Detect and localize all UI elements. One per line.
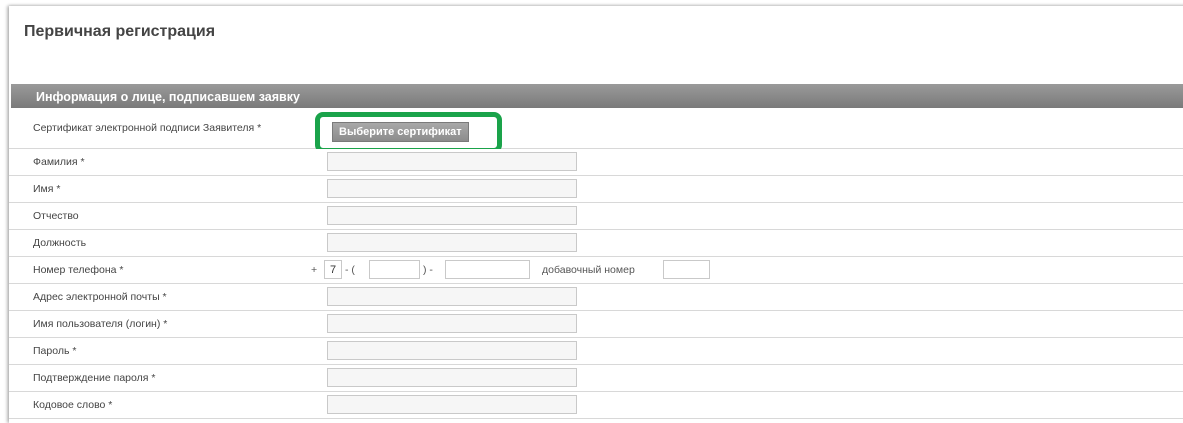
row-phone: Номер телефона * + - ( ) - добавочный но… [9, 257, 1183, 284]
section-header: Информация о лице, подписавшем заявку [11, 84, 1183, 108]
surname-label: Фамилия * [33, 156, 85, 168]
row-certificate: Сертификат электронной подписи Заявителя… [9, 108, 1183, 153]
phone-extension-label: добавочный номер [542, 264, 635, 276]
password-confirm-input[interactable] [327, 368, 577, 387]
certificate-highlight: Выберите сертификат [315, 112, 502, 153]
name-input[interactable] [327, 179, 577, 198]
patronymic-input[interactable] [327, 206, 577, 225]
phone-sep-close: ) - [423, 264, 433, 276]
position-label: Должность [33, 237, 87, 249]
patronymic-label: Отчество [33, 210, 79, 222]
phone-number-input[interactable] [445, 260, 530, 279]
surname-input[interactable] [327, 152, 577, 171]
row-position: Должность [9, 230, 1183, 257]
name-label: Имя * [33, 183, 61, 195]
row-email: Адрес электронной почты * [9, 284, 1183, 311]
password-input[interactable] [327, 341, 577, 360]
login-label: Имя пользователя (логин) * [33, 318, 168, 330]
page-title: Первичная регистрация [24, 23, 216, 40]
row-password: Пароль * [9, 338, 1183, 365]
codeword-input[interactable] [327, 395, 577, 414]
row-name: Имя * [9, 176, 1183, 203]
form-rows: Сертификат электронной подписи Заявителя… [9, 108, 1183, 419]
phone-extension-input[interactable] [663, 260, 710, 279]
row-codeword: Кодовое слово * [9, 392, 1183, 419]
password-label: Пароль * [33, 345, 77, 357]
certificate-label: Сертификат электронной подписи Заявителя… [33, 122, 262, 134]
registration-window: Первичная регистрация Информация о лице,… [9, 6, 1183, 423]
email-label: Адрес электронной почты * [33, 291, 167, 303]
row-surname: Фамилия * [9, 149, 1183, 176]
login-input[interactable] [327, 314, 577, 333]
phone-area-code-input[interactable] [369, 260, 420, 279]
password-confirm-label: Подтверждение пароля * [33, 372, 156, 384]
row-login: Имя пользователя (логин) * [9, 311, 1183, 338]
phone-country-code-input[interactable] [324, 260, 342, 279]
phone-sep-open: - ( [345, 264, 355, 276]
position-input[interactable] [327, 233, 577, 252]
row-patronymic: Отчество [9, 203, 1183, 230]
codeword-label: Кодовое слово * [33, 399, 113, 411]
phone-plus: + [311, 264, 318, 276]
row-password-confirm: Подтверждение пароля * [9, 365, 1183, 392]
phone-label: Номер телефона * [33, 264, 124, 276]
select-certificate-button[interactable]: Выберите сертификат [332, 122, 469, 142]
email-input[interactable] [327, 287, 577, 306]
